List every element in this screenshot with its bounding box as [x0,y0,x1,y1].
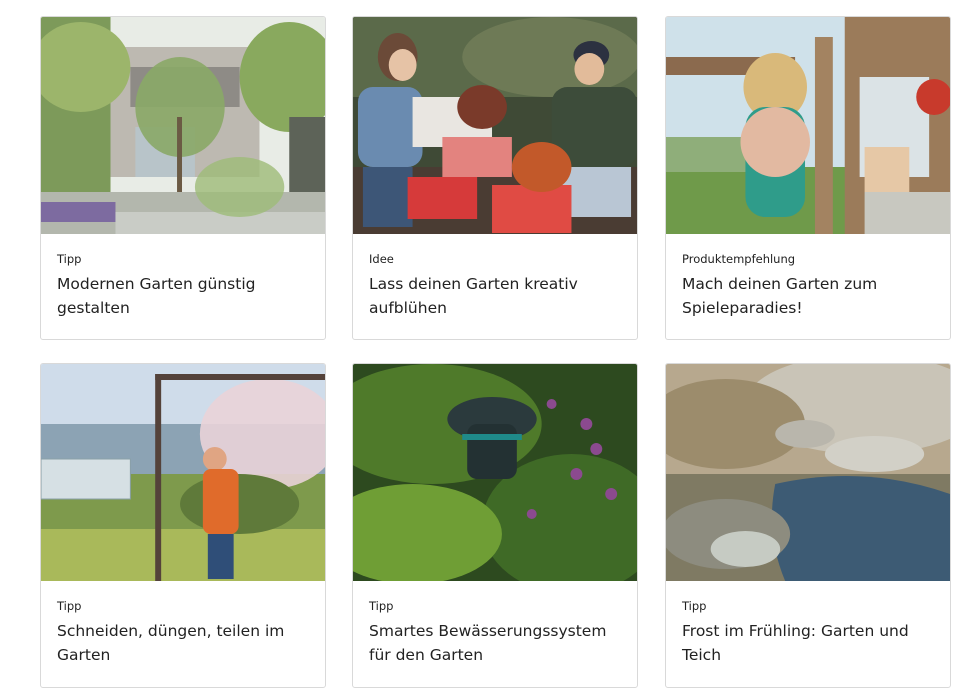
card-title[interactable]: Modernen Garten günstig gestalten [57,272,309,320]
article-card[interactable]: Tipp Frost im Frühling: Garten und Teich [665,363,951,688]
article-card-grid: Tipp Modernen Garten günstig gestalten I… [0,0,969,695]
gardener-pruning-image[interactable] [41,364,325,581]
card-category: Tipp [57,599,82,613]
card-title[interactable]: Mach deinen Garten zum Spieleparadies! [682,272,934,320]
card-category: Idee [369,252,394,266]
card-category: Produktempfehlung [682,252,796,266]
article-card[interactable]: Tipp Smartes Bewässerungssystem für den … [352,363,638,688]
smart-irrigation-image[interactable] [353,364,637,581]
article-card[interactable]: Idee Lass deinen Garten kreativ aufblühe… [352,16,638,340]
card-title[interactable]: Schneiden, düngen, teilen im Garten [57,619,309,667]
card-title[interactable]: Frost im Frühling: Garten und Teich [682,619,934,667]
card-category: Tipp [57,252,82,266]
article-card[interactable]: Produktempfehlung Mach deinen Garten zum… [665,16,951,340]
couple-planting-image[interactable] [353,17,637,234]
frozen-pond-image[interactable] [666,364,950,581]
card-title[interactable]: Smartes Bewässerungssystem für den Garte… [369,619,621,667]
card-category: Tipp [682,599,707,613]
article-card[interactable]: Tipp Schneiden, düngen, teilen im Garten [40,363,326,688]
modern-garden-image[interactable] [41,17,325,234]
card-title[interactable]: Lass deinen Garten kreativ aufblühen [369,272,621,320]
card-category: Tipp [369,599,394,613]
article-card[interactable]: Tipp Modernen Garten günstig gestalten [40,16,326,340]
playhouse-image[interactable] [666,17,950,234]
